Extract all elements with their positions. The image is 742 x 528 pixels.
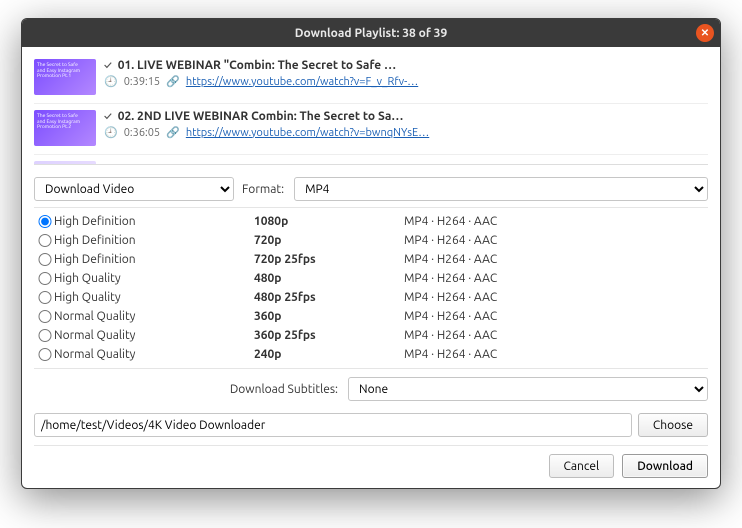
item-url[interactable]: https://www.youtube.com/watch?v=F_v_Rfv-… (186, 76, 418, 88)
download-mode-select[interactable]: Download Video (34, 177, 234, 201)
quality-name: Normal Quality (54, 310, 254, 323)
check-icon[interactable]: ✓ (104, 111, 112, 123)
item-title: 02. 2ND LIVE WEBINAR Combin: The Secret … (118, 110, 404, 123)
video-thumbnail (34, 161, 96, 165)
titlebar: Download Playlist: 38 of 39 ✕ (22, 19, 720, 47)
quality-row[interactable]: Normal Quality360pMP4 · H264 · AAC (34, 307, 708, 326)
quality-codec: MP4 · H264 · AAC (404, 272, 706, 285)
quality-name: High Quality (54, 291, 254, 304)
quality-row[interactable]: High Quality480pMP4 · H264 · AAC (34, 269, 708, 288)
quality-resolution: 480p 25fps (254, 291, 404, 304)
quality-codec: MP4 · H264 · AAC (404, 348, 706, 361)
playlist-item[interactable] (34, 155, 708, 165)
format-select[interactable]: MP4 (294, 177, 708, 201)
playlist-item[interactable]: The Secret to Safeand Easy InstagramProm… (34, 53, 708, 104)
quality-resolution: 480p (254, 272, 404, 285)
item-title: 01. LIVE WEBINAR "Combin: The Secret to … (118, 59, 396, 72)
quality-radio[interactable] (36, 310, 54, 323)
playlist-item[interactable]: The Secret to Safeand Easy InstagramProm… (34, 104, 708, 155)
video-thumbnail: The Secret to Safeand Easy InstagramProm… (34, 59, 96, 95)
quality-row[interactable]: High Quality480p 25fpsMP4 · H264 · AAC (34, 288, 708, 307)
link-icon: 🔗 (166, 126, 180, 139)
quality-resolution: 360p 25fps (254, 329, 404, 342)
quality-resolution: 360p (254, 310, 404, 323)
quality-row[interactable]: High Definition720pMP4 · H264 · AAC (34, 231, 708, 250)
quality-radio[interactable] (36, 272, 54, 285)
quality-radio[interactable] (36, 234, 54, 247)
quality-codec: MP4 · H264 · AAC (404, 234, 706, 247)
quality-resolution: 240p (254, 348, 404, 361)
link-icon: 🔗 (166, 75, 180, 88)
quality-name: Normal Quality (54, 348, 254, 361)
quality-name: High Definition (54, 253, 254, 266)
quality-name: High Quality (54, 272, 254, 285)
subtitles-label: Download Subtitles: (230, 383, 338, 396)
clock-icon: 🕘 (104, 126, 118, 139)
quality-list: High Definition1080pMP4 · H264 · AACHigh… (34, 207, 708, 369)
video-thumbnail: The Secret to Safeand Easy InstagramProm… (34, 110, 96, 146)
window-title: Download Playlist: 38 of 39 (295, 27, 447, 40)
quality-codec: MP4 · H264 · AAC (404, 253, 706, 266)
path-input[interactable] (34, 413, 632, 437)
clock-icon: 🕘 (104, 75, 118, 88)
check-icon[interactable]: ✓ (104, 60, 112, 72)
quality-resolution: 720p (254, 234, 404, 247)
quality-name: High Definition (54, 215, 254, 228)
quality-resolution: 1080p (254, 215, 404, 228)
item-url[interactable]: https://www.youtube.com/watch?v=bwnqNYsE… (186, 127, 429, 139)
subtitles-select[interactable]: None (348, 377, 708, 401)
quality-codec: MP4 · H264 · AAC (404, 291, 706, 304)
item-duration: 0:39:15 (124, 76, 160, 88)
quality-radio[interactable] (36, 329, 54, 342)
cancel-button[interactable]: Cancel (549, 454, 615, 478)
close-icon[interactable]: ✕ (696, 24, 714, 42)
quality-name: High Definition (54, 234, 254, 247)
quality-radio[interactable] (36, 215, 54, 228)
quality-row[interactable]: Normal Quality240pMP4 · H264 · AAC (34, 345, 708, 364)
quality-radio[interactable] (36, 348, 54, 361)
quality-radio[interactable] (36, 253, 54, 266)
playlist-list[interactable]: The Secret to Safeand Easy InstagramProm… (34, 53, 708, 165)
quality-codec: MP4 · H264 · AAC (404, 329, 706, 342)
quality-row[interactable]: Normal Quality360p 25fpsMP4 · H264 · AAC (34, 326, 708, 345)
quality-codec: MP4 · H264 · AAC (404, 310, 706, 323)
item-duration: 0:36:05 (124, 127, 160, 139)
dialog-content: The Secret to Safeand Easy InstagramProm… (22, 47, 720, 488)
quality-row[interactable]: High Definition720p 25fpsMP4 · H264 · AA… (34, 250, 708, 269)
format-label: Format: (242, 183, 284, 196)
quality-radio[interactable] (36, 291, 54, 304)
quality-codec: MP4 · H264 · AAC (404, 215, 706, 228)
dialog-window: Download Playlist: 38 of 39 ✕ The Secret… (21, 18, 721, 489)
choose-button[interactable]: Choose (638, 413, 708, 437)
quality-name: Normal Quality (54, 329, 254, 342)
quality-resolution: 720p 25fps (254, 253, 404, 266)
download-button[interactable]: Download (622, 454, 708, 478)
quality-row[interactable]: High Definition1080pMP4 · H264 · AAC (34, 212, 708, 231)
